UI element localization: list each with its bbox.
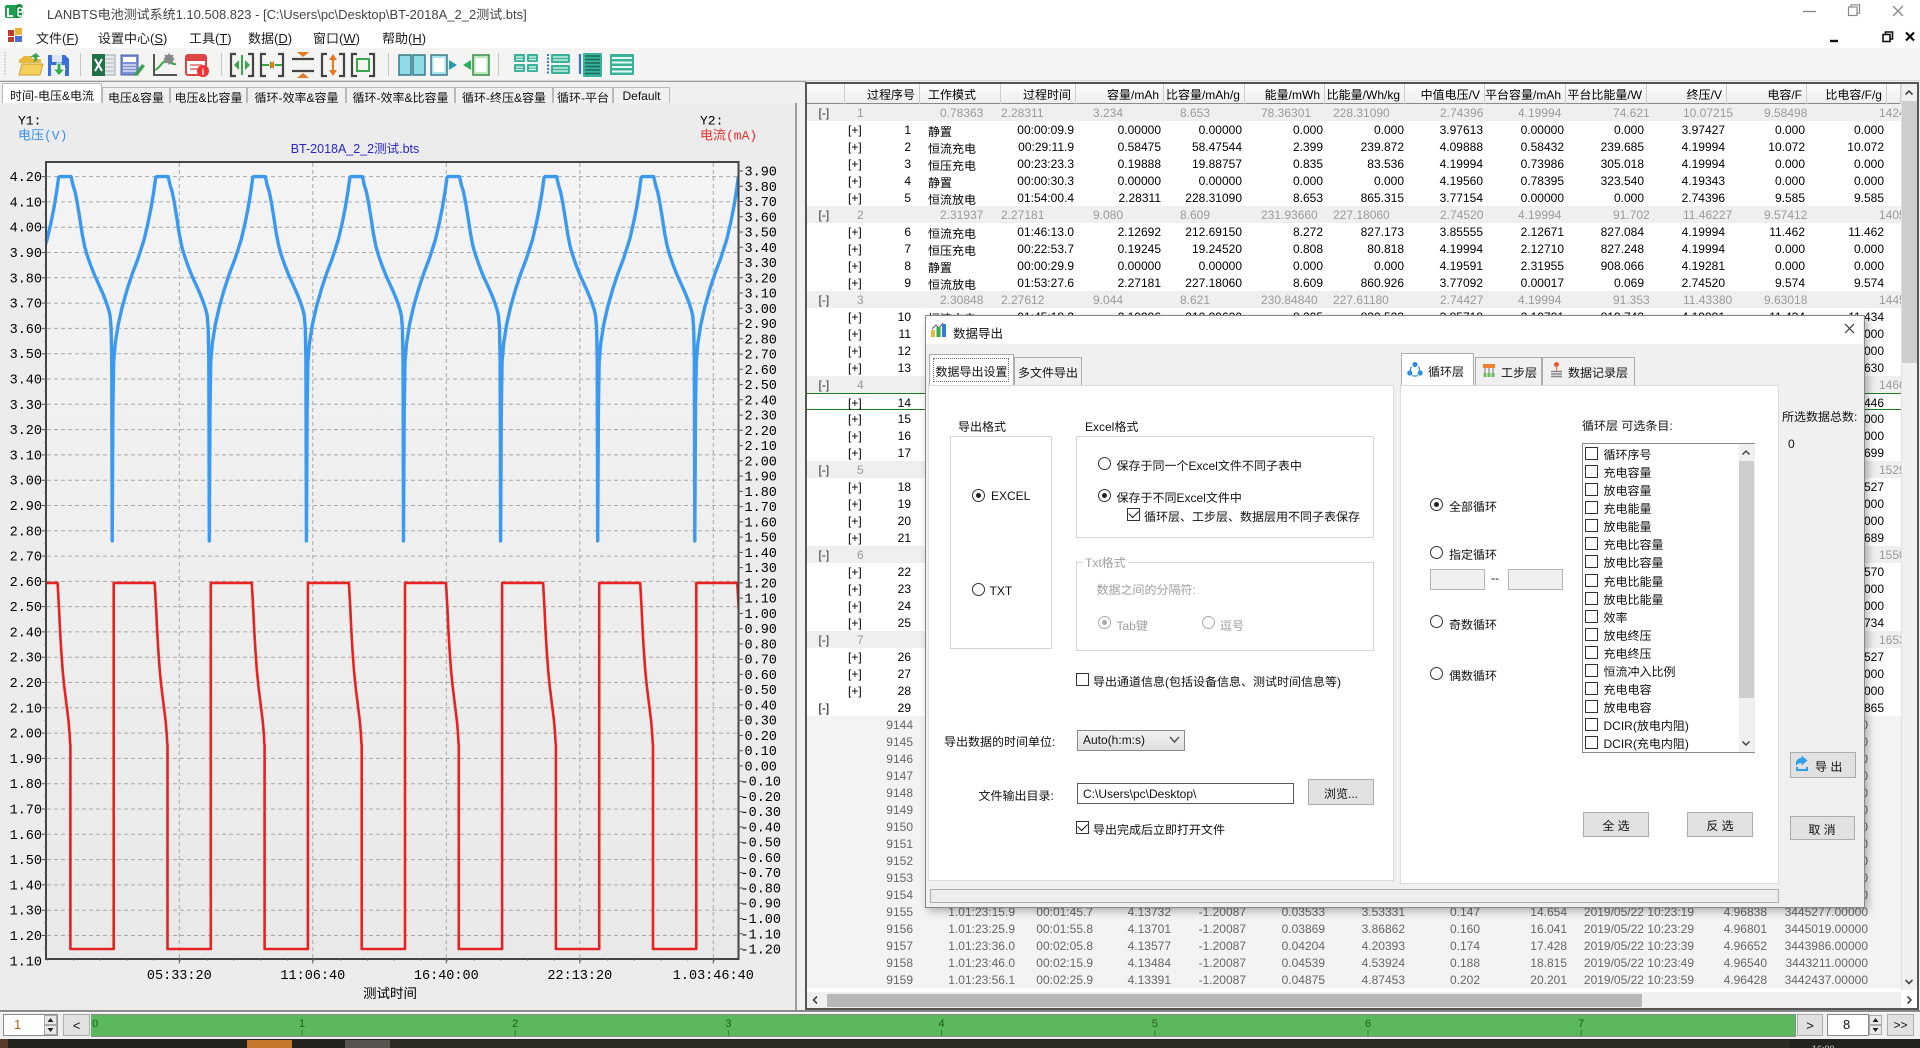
svg-text:7: 7 [1578,1018,1584,1030]
svg-text:1: 1 [299,1018,305,1030]
svg-text:6: 6 [1365,1018,1371,1030]
svg-text:2: 2 [512,1018,518,1030]
svg-text:0: 0 [92,1018,98,1030]
svg-text:5: 5 [1152,1018,1158,1030]
svg-text:3: 3 [725,1018,731,1030]
svg-text:4: 4 [939,1018,945,1030]
